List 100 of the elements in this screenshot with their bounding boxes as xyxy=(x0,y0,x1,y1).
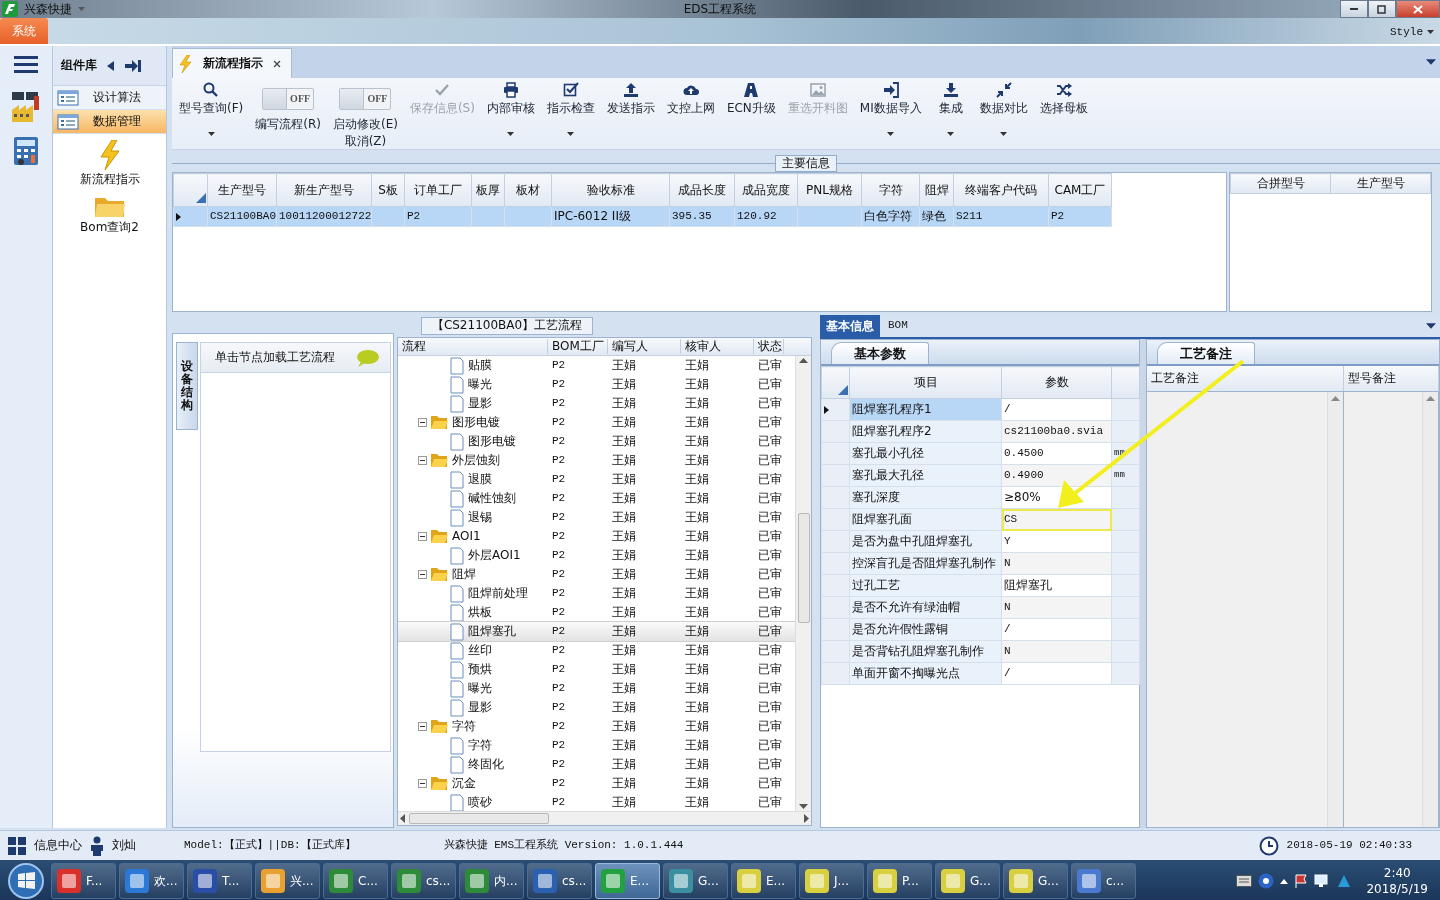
table-row[interactable]: CS21100BA0 10011200012722 P2 IPC-6012 II级 395.35 120.92 白色字符 绿色 S211 P2 xyxy=(173,206,1112,227)
table-cell[interactable]: 阻焊塞孔面 xyxy=(849,508,1002,531)
minimize-button[interactable] xyxy=(1340,0,1368,18)
help-icon[interactable] xyxy=(1258,873,1275,889)
column-header[interactable]: 参数 xyxy=(1001,366,1112,399)
toggle-button[interactable]: OFF 编写流程(R) xyxy=(250,82,326,149)
tree-row[interactable]: 终固化 P2 王娟 王娟 已审 xyxy=(398,755,795,774)
close-icon[interactable] xyxy=(273,59,281,68)
tree-row[interactable]: 退锡 P2 王娟 王娟 已审 xyxy=(398,508,795,527)
close-button[interactable] xyxy=(1396,0,1440,18)
clock-time[interactable]: 2:40 xyxy=(1366,864,1428,881)
table-cell[interactable]: 是否允许假性露铜 xyxy=(849,618,1002,641)
column-header[interactable]: 项目 xyxy=(849,366,1002,399)
collapse-icon[interactable] xyxy=(418,779,427,788)
toolbar-button[interactable]: 集成 xyxy=(928,82,973,149)
column-header[interactable]: BOM工厂 xyxy=(548,339,608,354)
toolbar-button[interactable]: 指示检查 xyxy=(541,82,600,149)
dropdown-caret-icon[interactable] xyxy=(507,132,515,137)
table-cell[interactable]: 塞孔最大孔径 xyxy=(849,464,1002,487)
dropdown-caret-icon[interactable] xyxy=(1000,132,1008,137)
column-header[interactable]: S板 xyxy=(371,173,405,207)
column-header[interactable]: 板厚 xyxy=(471,173,505,207)
tree-row[interactable]: 贴膜 P2 王娟 王娟 已审 xyxy=(398,356,795,375)
tree-row[interactable]: AOI1 P2 王娟 王娟 已审 xyxy=(398,527,795,546)
toolbar-button[interactable]: MI数据导入 xyxy=(854,82,927,149)
table-cell[interactable]: 阻焊塞孔程序1 xyxy=(849,398,1002,421)
scroll-up-icon[interactable] xyxy=(1331,396,1340,401)
dropdown-caret-icon[interactable] xyxy=(207,132,215,137)
tab-list-caret-icon[interactable] xyxy=(1426,323,1436,329)
column-header[interactable]: 订单工厂 xyxy=(404,173,472,207)
toggle-button[interactable]: OFF 启动修改(E) 取消(Z) xyxy=(327,82,403,149)
tree-row[interactable]: 曝光 P2 王娟 王娟 已审 xyxy=(398,375,795,394)
grid-icon[interactable] xyxy=(8,836,26,855)
taskbar-button[interactable]: G... xyxy=(1003,863,1068,899)
scroll-up-icon[interactable] xyxy=(799,358,808,363)
column-header[interactable]: 流程 xyxy=(398,339,548,354)
table-cell[interactable]: 单面开窗不掏曝光点 xyxy=(849,662,1002,685)
column-header[interactable]: 生产型号 xyxy=(207,173,277,207)
column-header[interactable]: CAM工厂 xyxy=(1048,173,1112,207)
column-header[interactable]: 状态 xyxy=(754,339,784,354)
tree-row[interactable]: 外层蚀刻 P2 王娟 王娟 已审 xyxy=(398,451,795,470)
tree-row[interactable]: 阻焊塞孔 P2 王娟 王娟 已审 xyxy=(398,622,795,641)
taskbar-button[interactable]: 内... xyxy=(459,863,524,899)
collapse-icon[interactable] xyxy=(418,722,427,731)
collapse-icon[interactable] xyxy=(418,418,427,427)
tree-row[interactable]: 预烘 P2 王娟 王娟 已审 xyxy=(398,660,795,679)
scroll-down-icon[interactable] xyxy=(799,804,808,809)
taskbar-button[interactable]: cs... xyxy=(391,863,456,899)
sidebar-group[interactable]: 数据管理 xyxy=(53,110,166,134)
collapse-icon[interactable] xyxy=(418,532,427,541)
tray-expand-icon[interactable] xyxy=(1280,878,1289,884)
taskbar-button[interactable]: E... xyxy=(595,863,660,899)
collapse-left-icon[interactable] xyxy=(107,60,116,71)
style-menu[interactable]: Style xyxy=(1390,25,1423,39)
scroll-up-icon[interactable] xyxy=(1426,396,1435,401)
dropdown-caret-icon[interactable] xyxy=(1427,30,1434,35)
sidebar-item[interactable]: Bom查询2 xyxy=(80,220,139,235)
flag-icon[interactable] xyxy=(1294,874,1309,888)
taskbar-button[interactable]: C... xyxy=(323,863,388,899)
tree-row[interactable]: 退膜 P2 王娟 王娟 已审 xyxy=(398,470,795,489)
toolbar-button[interactable]: 文控上网 xyxy=(661,82,720,149)
column-header[interactable]: 板材 xyxy=(504,173,552,207)
dropdown-caret-icon[interactable] xyxy=(887,132,895,137)
tree-row[interactable]: 沉金 P2 王娟 王娟 已审 xyxy=(398,774,795,793)
toggle-switch[interactable]: OFF xyxy=(339,88,392,110)
calculator-icon[interactable] xyxy=(12,136,41,166)
tree-row[interactable]: 丝印 P2 王娟 王娟 已审 xyxy=(398,641,795,660)
document-tab[interactable]: 新流程指示 xyxy=(172,48,292,78)
taskbar-button[interactable]: G... xyxy=(663,863,728,899)
tree-row[interactable]: 烘板 P2 王娟 王娟 已审 xyxy=(398,603,795,622)
table-cell[interactable]: 是否为盘中孔阻焊塞孔 xyxy=(849,530,1002,553)
dropdown-caret-icon[interactable] xyxy=(947,132,955,137)
tree-row[interactable]: 图形电镀 P2 王娟 王娟 已审 xyxy=(398,432,795,451)
tree-row[interactable]: 碱性蚀刻 P2 王娟 王娟 已审 xyxy=(398,489,795,508)
toolbar-button[interactable]: ECN升级 xyxy=(721,82,781,149)
table-cell[interactable]: 过孔工艺 xyxy=(849,574,1002,597)
taskbar-button[interactable]: G... xyxy=(935,863,1000,899)
tree-row[interactable]: 图形电镀 P2 王娟 王娟 已审 xyxy=(398,413,795,432)
table-cell[interactable]: 塞孔最小孔径 xyxy=(849,442,1002,465)
panel-tab[interactable]: 基本信息 xyxy=(820,315,880,337)
column-header[interactable]: 成品长度 xyxy=(669,173,735,207)
column-header[interactable]: PNL规格 xyxy=(797,173,862,207)
panel-tab[interactable]: BOM xyxy=(882,315,914,337)
column-header[interactable]: 字符 xyxy=(861,173,920,207)
tree-row[interactable]: 阻焊前处理 P2 王娟 王娟 已审 xyxy=(398,584,795,603)
sidebar-group[interactable]: 设计算法 xyxy=(53,86,166,110)
table-cell[interactable]: 阻焊塞孔程序2 xyxy=(849,420,1002,443)
table-cell[interactable]: 是否背钻孔阻焊塞孔制作 xyxy=(849,640,1002,663)
tab-list-caret-icon[interactable] xyxy=(1426,59,1436,65)
vertical-tab[interactable]: 设备结构 xyxy=(176,342,198,430)
table-cell[interactable]: 塞孔深度 xyxy=(849,486,1002,509)
column-header[interactable]: 终端客户代码 xyxy=(953,173,1049,207)
scroll-right-icon[interactable] xyxy=(804,814,809,823)
toolbar-button[interactable]: 数据对比 xyxy=(974,82,1033,149)
info-center-link[interactable]: 信息中心 xyxy=(34,838,82,853)
tree-row[interactable]: 字符 P2 王娟 王娟 已审 xyxy=(398,717,795,736)
taskbar-button[interactable]: 兴... xyxy=(255,863,320,899)
taskbar-button[interactable]: cs... xyxy=(527,863,592,899)
tree-row[interactable]: 曝光 P2 王娟 王娟 已审 xyxy=(398,679,795,698)
clock-date[interactable]: 2018/5/19 xyxy=(1366,881,1428,898)
